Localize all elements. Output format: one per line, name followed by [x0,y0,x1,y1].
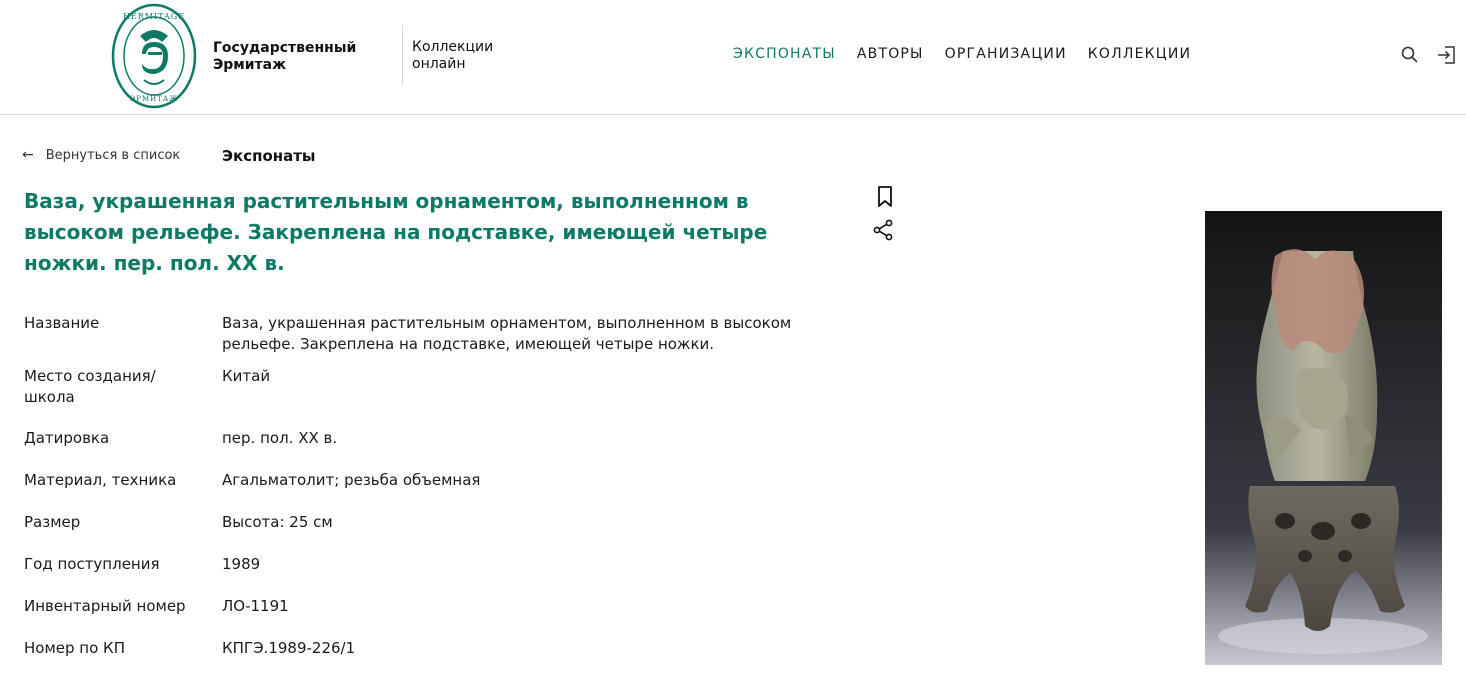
site-header: HERMITAGE ЭРМИТАЖ Государственный Эрмита… [0,0,1466,115]
nav-exhibits[interactable]: ЭКСПОНАТЫ [733,46,836,62]
detail-label: Размер [24,513,81,531]
breadcrumb-current: Экспонаты [222,147,316,165]
nav-collections[interactable]: КОЛЛЕКЦИИ [1088,46,1191,62]
header-divider [402,25,403,85]
museum-name-line2: Эрмитаж [213,57,287,73]
detail-label: Инвентарный номер [24,597,186,615]
back-to-list-link[interactable]: ← Вернуться в список [22,147,180,163]
back-to-list-label: Вернуться в список [45,147,181,163]
share-icon[interactable] [872,218,894,242]
detail-value: Агальматолит; резьба объемная [222,471,481,489]
detail-row-acquired: Год поступления 1989 [24,554,844,596]
detail-label: Название [24,314,100,332]
main-nav: ЭКСПОНАТЫ АВТОРЫ ОРГАНИЗАЦИИ КОЛЛЕКЦИИ [733,46,1212,62]
detail-value: пер. пол. XX в. [222,429,338,447]
bookmark-icon[interactable] [874,185,896,209]
nav-organizations[interactable]: ОРГАНИЗАЦИИ [945,46,1067,62]
exhibit-details: Название Ваза, украшенная растительным о… [24,313,844,668]
collections-line1: Коллекции [412,39,494,55]
hermitage-logo[interactable]: HERMITAGE ЭРМИТАЖ [110,2,198,110]
nav-authors[interactable]: АВТОРЫ [857,46,924,62]
detail-value: Китай [222,367,271,385]
detail-value: КПГЭ.1989-226/1 [222,639,356,657]
detail-value: Высота: 25 см [222,513,333,531]
detail-label: Материал, техника [24,471,177,489]
exhibit-photo[interactable] [1205,211,1442,665]
detail-label: Год поступления [24,555,160,573]
detail-row-size: Размер Высота: 25 см [24,512,844,554]
search-icon[interactable] [1399,44,1421,66]
detail-value: ЛО-1191 [222,597,289,615]
login-icon[interactable] [1436,44,1458,66]
arrow-left-icon: ← [22,147,34,163]
museum-name[interactable]: Государственный Эрмитаж [213,40,356,74]
detail-label: Номер по КП [24,639,125,657]
collections-line2: онлайн [412,56,466,72]
logo-ring-text-top: HERMITAGE [123,12,185,21]
detail-label: Датировка [24,429,110,447]
detail-value: Ваза, украшенная растительным орнаментом… [222,314,792,353]
detail-row-place: Место создания/ школа Китай [24,366,844,428]
logo-ring-text-bottom: ЭРМИТАЖ [130,95,178,103]
detail-value: 1989 [222,555,261,573]
detail-row-name: Название Ваза, украшенная растительным о… [24,313,844,366]
museum-name-line1: Государственный [213,40,357,56]
collections-online-link[interactable]: Коллекции онлайн [412,39,493,73]
detail-row-inventory: Инвентарный номер ЛО-1191 [24,596,844,638]
detail-row-dating: Датировка пер. пол. XX в. [24,428,844,470]
detail-row-material: Материал, техника Агальматолит; резьба о… [24,470,844,512]
detail-label: Место создания/ школа [24,367,156,406]
detail-row-kp: Номер по КП КПГЭ.1989-226/1 [24,638,844,668]
page-title: Ваза, украшенная растительным орнаментом… [24,189,768,275]
